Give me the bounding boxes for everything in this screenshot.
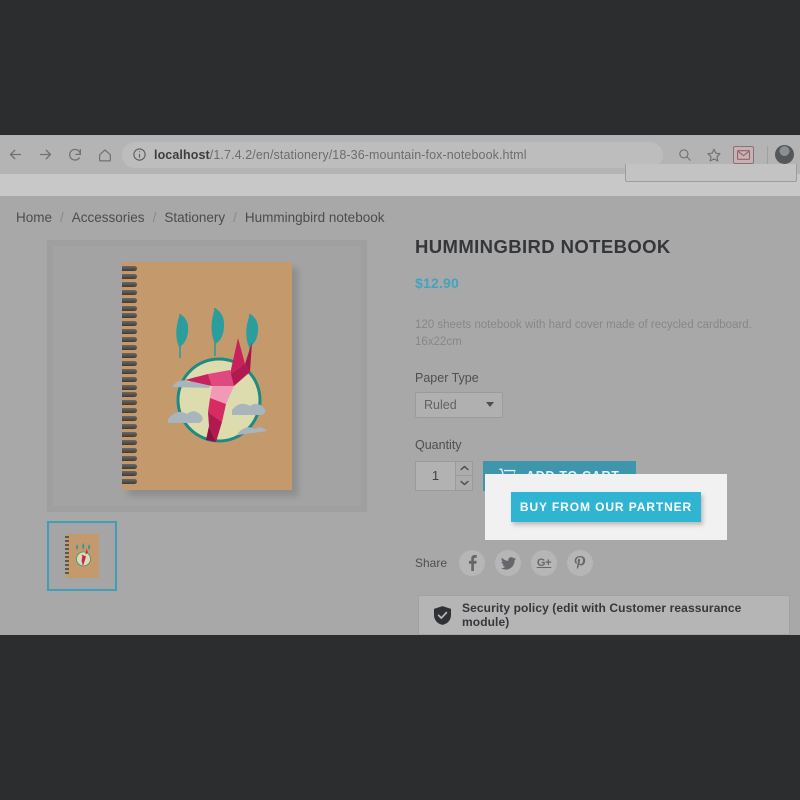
screenshot-letterbox-bottom xyxy=(0,635,800,800)
extension-icon[interactable] xyxy=(733,145,754,164)
forward-arrow-icon[interactable] xyxy=(30,140,60,170)
breadcrumb: Home / Accessories / Stationery / Hummin… xyxy=(16,210,384,225)
breadcrumb-separator: / xyxy=(233,210,237,225)
breadcrumb-separator: / xyxy=(152,210,157,225)
product-thumbnail-list xyxy=(47,521,117,591)
product-image-main[interactable] xyxy=(47,240,367,512)
paper-type-select[interactable]: Ruled xyxy=(415,391,503,418)
share-label: Share xyxy=(415,556,448,570)
paper-type-value: Ruled xyxy=(424,397,457,412)
share-section: Share G+ xyxy=(415,550,603,576)
toolbar-divider xyxy=(767,145,768,164)
address-bar[interactable]: localhost/1.7.4.2/en/stationery/18-36-mo… xyxy=(122,141,663,168)
product-description: 120 sheets notebook with hard cover made… xyxy=(415,319,752,348)
breadcrumb-separator: / xyxy=(60,210,64,225)
paper-type-label: Paper Type xyxy=(415,370,479,385)
google-plus-icon[interactable]: G+ xyxy=(531,550,558,576)
security-policy-block: Security policy (edit with Customer reas… xyxy=(418,595,790,635)
profile-avatar-icon[interactable] xyxy=(775,145,794,164)
url-path: /1.7.4.2/en/stationery/18-36-mountain-fo… xyxy=(209,147,527,162)
quantity-increase-icon[interactable] xyxy=(456,462,472,476)
security-policy-text: Security policy (edit with Customer reas… xyxy=(462,601,742,629)
partner-highlight-card: BUY FROM OUR PARTNER xyxy=(485,474,727,540)
url-host: localhost xyxy=(154,147,210,162)
product-page: Home / Accessories / Stationery / Hummin… xyxy=(0,196,800,635)
notebook-cover xyxy=(122,262,292,490)
thumbnail-image xyxy=(64,534,99,578)
product-price: $12.90 xyxy=(415,275,460,292)
page-title: HUMMINGBIRD NOTEBOOK xyxy=(415,236,671,257)
reload-icon[interactable] xyxy=(60,140,90,170)
spiral-binding-icon xyxy=(122,266,138,486)
back-arrow-icon[interactable] xyxy=(0,140,30,170)
product-image-frame xyxy=(53,246,361,506)
screenshot-letterbox-top xyxy=(0,0,800,135)
quantity-stepper xyxy=(455,460,473,491)
shield-check-icon xyxy=(434,605,451,625)
thumbnail-artwork xyxy=(75,543,91,567)
buy-from-partner-button[interactable]: BUY FROM OUR PARTNER xyxy=(511,492,701,522)
pinterest-icon[interactable] xyxy=(567,550,594,576)
quantity-decrease-icon[interactable] xyxy=(456,475,472,490)
google-plus-label: G+ xyxy=(536,557,552,569)
breadcrumb-item-current: Hummingbird notebook xyxy=(244,210,385,225)
site-info-icon[interactable] xyxy=(132,147,147,162)
chevron-down-icon xyxy=(486,402,494,408)
twitter-icon[interactable] xyxy=(495,550,522,576)
quantity-label: Quantity xyxy=(415,437,462,452)
breadcrumb-item-home[interactable]: Home xyxy=(16,210,52,225)
facebook-icon[interactable] xyxy=(459,550,486,576)
home-icon[interactable] xyxy=(90,140,120,170)
breadcrumb-item-stationery[interactable]: Stationery xyxy=(164,210,225,225)
address-bar-url: localhost/1.7.4.2/en/stationery/18-36-mo… xyxy=(154,148,527,162)
clipped-page-widget xyxy=(625,164,797,182)
product-thumbnail-1[interactable] xyxy=(47,521,117,591)
breadcrumb-item-accessories[interactable]: Accessories xyxy=(72,210,145,225)
product-details: HUMMINGBIRD NOTEBOOK $12.90 120 sheets n… xyxy=(415,236,785,491)
notebook-illustration xyxy=(122,262,298,496)
quantity-input[interactable]: 1 xyxy=(415,460,455,491)
hummingbird-artwork xyxy=(168,308,267,443)
thumbnail-spiral-icon xyxy=(64,536,69,576)
